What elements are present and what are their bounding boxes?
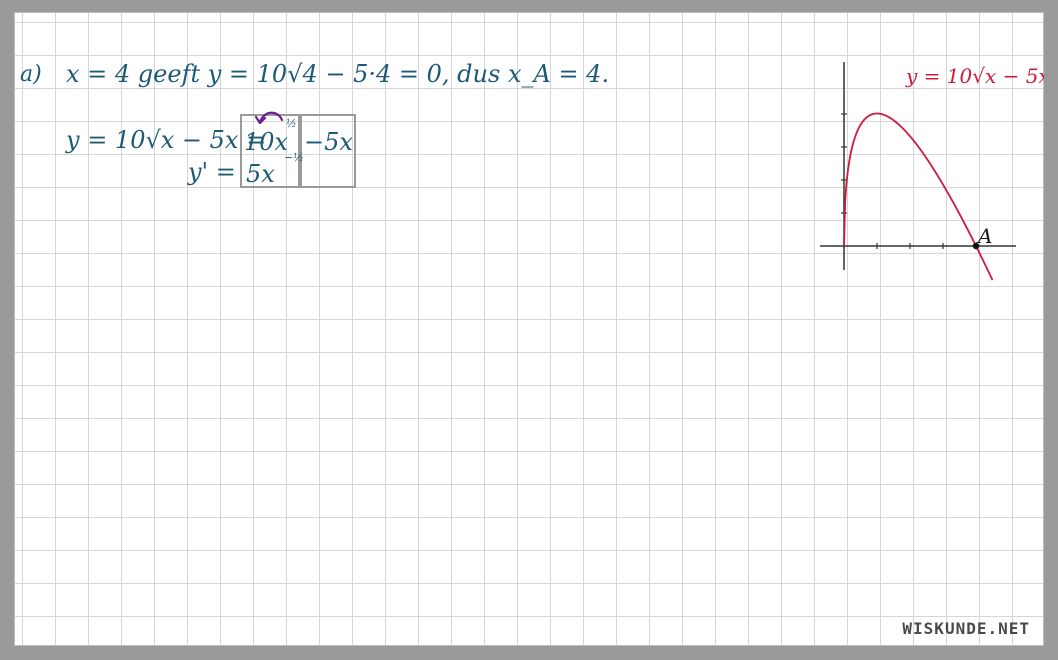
derivative-term-5x: 5x <box>246 160 275 188</box>
exponent-minus-half: −½ <box>284 151 304 164</box>
window-frame: a) x = 4 geeft y = 10√4 − 5·4 = 0, dus x… <box>0 0 1058 660</box>
curve-line <box>843 112 994 281</box>
equation-line-3-lhs: y' = <box>188 158 236 186</box>
equation-line-2-lhs: y = 10√x − 5x = <box>66 126 267 154</box>
point-a-label: A <box>978 224 993 248</box>
equation-line-1: x = 4 geeft y = 10√4 − 5·4 = 0, dus x_A … <box>66 60 610 88</box>
function-graph <box>820 62 1016 281</box>
term-10x: 10x <box>244 128 289 156</box>
curve-label: y = 10√x − 5x <box>906 64 1044 88</box>
grid-whiteboard: a) x = 4 geeft y = 10√4 − 5·4 = 0, dus x… <box>14 12 1044 646</box>
part-label: a) <box>20 62 42 87</box>
watermark-logo: WISKUNDE.NET <box>902 619 1030 638</box>
exponent-arrow-icon <box>254 111 284 125</box>
term-minus-5x: −5x <box>304 128 353 156</box>
